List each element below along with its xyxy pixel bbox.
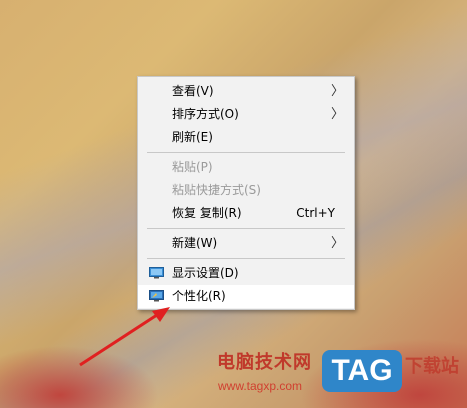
menu-separator: [147, 228, 345, 229]
submenu-arrow-icon: 〉: [330, 84, 344, 99]
menu-item-paste: 粘贴(P): [138, 156, 354, 179]
menu-separator: [147, 258, 345, 259]
menu-item-personalize[interactable]: 个性化(R): [138, 285, 354, 308]
menu-item-refresh[interactable]: 刷新(E): [138, 126, 354, 149]
menu-item-view[interactable]: 查看(V) 〉: [138, 80, 354, 103]
menu-separator: [147, 152, 345, 153]
watermark-url: www.tagxp.com: [218, 379, 303, 393]
menu-item-label: 刷新(E): [172, 130, 213, 144]
menu-item-label: 粘贴(P): [172, 160, 213, 174]
watermark-logo: TAG: [322, 350, 402, 392]
menu-item-label: 粘贴快捷方式(S): [172, 183, 261, 197]
personalize-icon: [149, 290, 164, 302]
menu-item-label: 新建(W): [172, 236, 218, 250]
menu-item-label: 恢复 复制(R): [172, 206, 242, 220]
menu-item-new[interactable]: 新建(W) 〉: [138, 232, 354, 255]
watermark-site-name: 电脑技术网: [217, 352, 312, 373]
display-icon: [149, 267, 164, 279]
submenu-arrow-icon: 〉: [330, 107, 344, 122]
desktop-context-menu: 查看(V) 〉 排序方式(O) 〉 刷新(E) 粘贴(P) 粘贴快捷方式(S) …: [137, 76, 355, 310]
menu-item-display-settings[interactable]: 显示设置(D): [138, 262, 354, 285]
menu-item-redo-copy[interactable]: 恢复 复制(R) Ctrl+Y: [138, 202, 354, 225]
menu-item-label: 个性化(R): [172, 289, 226, 303]
watermark-suffix: 下载站: [405, 356, 459, 377]
menu-item-sort-by[interactable]: 排序方式(O) 〉: [138, 103, 354, 126]
menu-item-label: 排序方式(O): [172, 107, 239, 121]
menu-item-label: 查看(V): [172, 84, 214, 98]
submenu-arrow-icon: 〉: [330, 236, 344, 251]
menu-item-paste-shortcut: 粘贴快捷方式(S): [138, 179, 354, 202]
menu-item-label: 显示设置(D): [172, 266, 239, 280]
shortcut-text: Ctrl+Y: [296, 206, 335, 220]
